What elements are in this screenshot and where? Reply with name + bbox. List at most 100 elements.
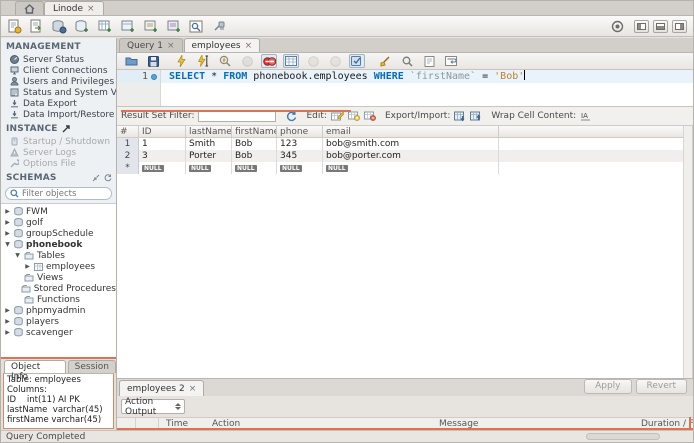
- sidebar-item-server-logs[interactable]: Server Logs: [1, 147, 116, 158]
- wrap-text-icon[interactable]: [443, 54, 459, 68]
- tab-employees-2[interactable]: employees 2 ×: [119, 380, 205, 396]
- schema-node-golf[interactable]: ▶ golf: [1, 217, 116, 228]
- table-row[interactable]: 1 1 Smith Bob 123 bob@smith.com: [117, 138, 692, 150]
- schema-node-players[interactable]: ▶ players: [1, 316, 116, 327]
- sidebar-item-server-status[interactable]: Server Status: [1, 54, 116, 65]
- toggle-bottom-panel-button[interactable]: [653, 19, 668, 33]
- result-tab-bar: employees 2 × Apply Revert: [117, 378, 693, 396]
- table-row[interactable]: 2 3 Porter Bob 345 bob@porter.com: [117, 150, 692, 162]
- tree-node-employees[interactable]: ▶ employees: [1, 261, 116, 272]
- schema-filter-input[interactable]: [22, 188, 102, 199]
- action-output-header: Time Action Message Duration / Fetch: [117, 417, 693, 430]
- output-column-message[interactable]: Message: [439, 419, 478, 429]
- create-schema-icon[interactable]: [74, 19, 90, 34]
- sidebar-item-data-export[interactable]: Data Export: [1, 98, 116, 109]
- close-icon[interactable]: ×: [167, 41, 175, 51]
- column-header-rownum[interactable]: #: [117, 126, 139, 138]
- delete-record-icon[interactable]: [363, 111, 376, 121]
- invisible-characters-icon[interactable]: [421, 54, 437, 68]
- execute-icon[interactable]: [173, 54, 189, 68]
- create-function-icon[interactable]: [166, 19, 182, 34]
- sidebar-item-users-privileges[interactable]: Users and Privileges: [1, 76, 116, 87]
- export-icon[interactable]: [454, 111, 466, 122]
- column-header-email[interactable]: email: [323, 126, 499, 138]
- commit-icon[interactable]: [305, 54, 321, 68]
- schema-filter[interactable]: [5, 187, 112, 200]
- apply-button[interactable]: Apply: [584, 379, 632, 394]
- save-icon[interactable]: [145, 54, 161, 68]
- output-type-select[interactable]: Action Output: [121, 397, 185, 417]
- toggle-right-sidebar-button[interactable]: [672, 19, 687, 33]
- query-tab-bar: Query 1 × employees ×: [117, 38, 693, 53]
- column-header-firstname[interactable]: firstName: [232, 126, 277, 138]
- execute-current-icon[interactable]: [195, 54, 211, 68]
- result-grid: # ID lastName firstName phone email 1 1 …: [117, 126, 693, 378]
- tab-object-info[interactable]: Object Info: [4, 360, 66, 382]
- search-data-icon[interactable]: [189, 19, 205, 34]
- schema-node-fwm[interactable]: ▶ FWM: [1, 206, 116, 217]
- close-icon[interactable]: ×: [245, 41, 253, 51]
- column-header-phone[interactable]: phone: [277, 126, 323, 138]
- navigator-sidebar: MANAGEMENT Server Status Client Connecti…: [1, 38, 117, 430]
- autocommit-icon[interactable]: [349, 54, 365, 68]
- tab-employees[interactable]: employees ×: [183, 38, 261, 52]
- insert-record-icon[interactable]: [347, 111, 360, 121]
- schema-node-phonebook[interactable]: ▼ phonebook: [1, 239, 116, 250]
- column-header-id[interactable]: ID: [139, 126, 186, 138]
- schema-node-phpmyadmin[interactable]: ▶ phpmyadmin: [1, 305, 116, 316]
- new-sql-tab-icon[interactable]: [7, 19, 22, 34]
- create-procedure-icon[interactable]: [143, 19, 159, 34]
- sidebar-item-options-file[interactable]: Options File: [1, 158, 116, 169]
- sidebar-item-client-connections[interactable]: Client Connections: [1, 65, 116, 76]
- refresh-schemas-icon[interactable]: [104, 174, 112, 182]
- output-column-time[interactable]: Time: [166, 419, 188, 429]
- sidebar-item-startup-shutdown[interactable]: Startup / Shutdown: [1, 136, 116, 147]
- tab-query-1[interactable]: Query 1 ×: [119, 38, 183, 52]
- editor-splitter-handle[interactable]: [121, 110, 351, 112]
- schema-node-groupschedule[interactable]: ▶ groupSchedule: [1, 228, 116, 239]
- output-column-action[interactable]: Action: [212, 419, 240, 429]
- preferences-icon[interactable]: [611, 20, 624, 33]
- schema-node-scavenger[interactable]: ▶ scavenger: [1, 327, 116, 338]
- sidebar-item-status-system-variables[interactable]: Status and System Variable: [1, 87, 116, 98]
- limit-rows-icon[interactable]: [283, 54, 299, 68]
- server-status-icon: [10, 55, 19, 64]
- tree-node-views[interactable]: Views: [1, 272, 116, 283]
- toggle-left-sidebar-button[interactable]: [634, 19, 649, 33]
- tree-node-stored-procedures[interactable]: Stored Procedures: [1, 283, 116, 294]
- close-icon[interactable]: ×: [189, 384, 197, 394]
- import-icon[interactable]: [470, 111, 482, 122]
- create-view-icon[interactable]: [120, 19, 136, 34]
- home-tab[interactable]: [15, 1, 44, 15]
- open-sql-script-icon[interactable]: [29, 19, 44, 34]
- beautify-icon[interactable]: [377, 54, 393, 68]
- close-icon[interactable]: ×: [87, 4, 95, 14]
- refresh-icon[interactable]: [286, 111, 297, 122]
- find-icon[interactable]: [399, 54, 415, 68]
- inspector-icon[interactable]: [51, 19, 67, 34]
- stop-icon[interactable]: [239, 54, 255, 68]
- tab-session[interactable]: Session: [67, 360, 116, 373]
- wrap-cell-icon[interactable]: IA: [580, 111, 592, 121]
- reconnect-icon[interactable]: [212, 19, 227, 34]
- open-file-icon[interactable]: [123, 54, 139, 68]
- vertical-scrollbar[interactable]: [683, 126, 692, 378]
- connection-tab-linode[interactable]: Linode ×: [44, 1, 104, 15]
- edit-record-icon[interactable]: [330, 111, 344, 121]
- instance-actions-icon[interactable]: [62, 125, 70, 133]
- create-table-icon[interactable]: [97, 19, 113, 34]
- sql-editor-toolbar: [117, 53, 693, 70]
- sql-code-editor[interactable]: 1 SELECT * FROM phonebook.employees WHER…: [117, 70, 693, 107]
- output-header-resize-handle[interactable]: [689, 417, 691, 430]
- column-header-lastname[interactable]: lastName: [186, 126, 232, 138]
- sidebar-item-data-import[interactable]: Data Import/Restore: [1, 109, 116, 120]
- rollback-icon[interactable]: [327, 54, 343, 68]
- revert-button[interactable]: Revert: [635, 379, 687, 394]
- explain-icon[interactable]: [217, 54, 233, 68]
- tree-node-tables[interactable]: ▼ Tables: [1, 250, 116, 261]
- stop-on-error-toggle-icon[interactable]: [261, 54, 277, 68]
- table-row-new[interactable]: * NULL NULL NULL NULL NULL: [117, 162, 692, 174]
- expand-schemas-icon[interactable]: [92, 174, 100, 182]
- output-column-duration[interactable]: Duration / Fetch: [641, 419, 693, 429]
- tree-node-functions[interactable]: Functions: [1, 294, 116, 305]
